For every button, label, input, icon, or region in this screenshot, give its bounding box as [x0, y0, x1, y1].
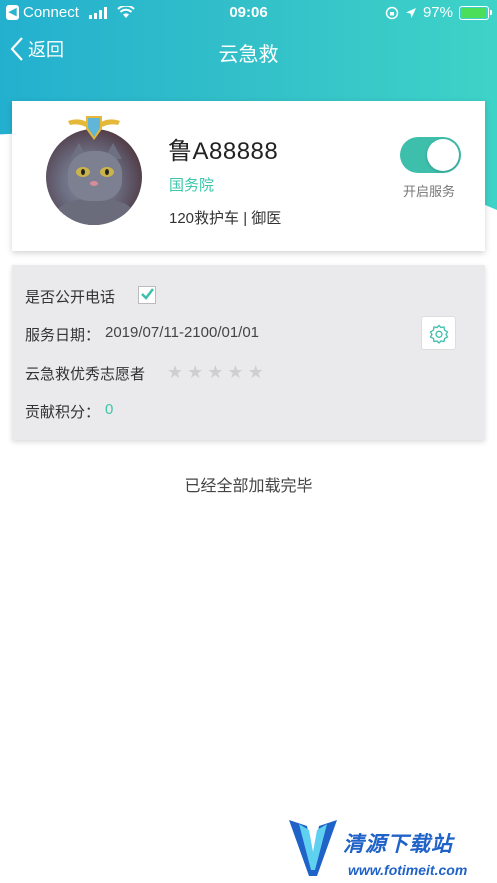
points-label: 贡献积分： — [25, 404, 101, 421]
shield-wings-badge-icon — [68, 116, 120, 140]
public-phone-label: 是否公开电话 — [25, 289, 116, 306]
cat-eye-right — [100, 167, 114, 177]
settings-button[interactable] — [421, 316, 456, 350]
organization: 国务院 — [169, 177, 215, 194]
location-icon — [405, 7, 416, 18]
star-icon: ★ — [187, 362, 204, 382]
cat-face — [68, 151, 122, 201]
public-phone-checkbox[interactable] — [138, 286, 156, 304]
star-icon: ★ — [207, 362, 224, 382]
detail-card: 是否公开电话 服务日期： 2019/07/11-2100/01/01 云急救优秀… — [12, 265, 485, 440]
status-bar: ◀ Connect 09:06 97% — [0, 0, 497, 26]
cat-body — [56, 199, 134, 225]
star-icon: ★ — [247, 362, 264, 382]
checkmark-icon — [141, 288, 154, 300]
volunteer-label: 云急救优秀志愿者 — [25, 366, 146, 383]
rotation-lock-icon — [385, 6, 399, 19]
load-complete-text: 已经全部加载完毕 — [184, 478, 313, 495]
battery-percent: 97% — [422, 4, 453, 21]
battery-icon — [459, 5, 492, 20]
service-date-value: 2019/07/11-2100/01/01 — [105, 324, 260, 341]
gear-icon — [429, 324, 449, 344]
role-info: 120救护车 | 御医 — [169, 210, 282, 227]
service-toggle[interactable] — [400, 137, 461, 173]
star-icon: ★ — [167, 362, 184, 382]
plate-number: 鲁A88888 — [168, 138, 279, 165]
status-right: 97% — [385, 4, 492, 21]
points-value: 0 — [105, 401, 114, 418]
nav-bar: 返回 云急救 — [0, 26, 497, 76]
profile-card: 鲁A88888 国务院 120救护车 | 御医 开启服务 — [12, 101, 485, 251]
toggle-knob — [427, 139, 459, 171]
avatar[interactable] — [46, 129, 142, 225]
cat-nose — [90, 181, 98, 186]
star-rating: ★ ★ ★ ★ ★ — [167, 363, 264, 381]
service-date-label: 服务日期： — [25, 327, 101, 344]
watermark-url: www.fotimeit.com — [348, 862, 468, 878]
cat-eye-left — [76, 167, 90, 177]
star-icon: ★ — [227, 362, 244, 382]
watermark-logo — [289, 820, 337, 876]
service-toggle-label: 开启服务 — [403, 184, 456, 199]
watermark-brand: 清源下载站 — [343, 833, 453, 856]
page-title: 云急救 — [218, 44, 279, 66]
avatar-wrapper — [46, 115, 142, 225]
